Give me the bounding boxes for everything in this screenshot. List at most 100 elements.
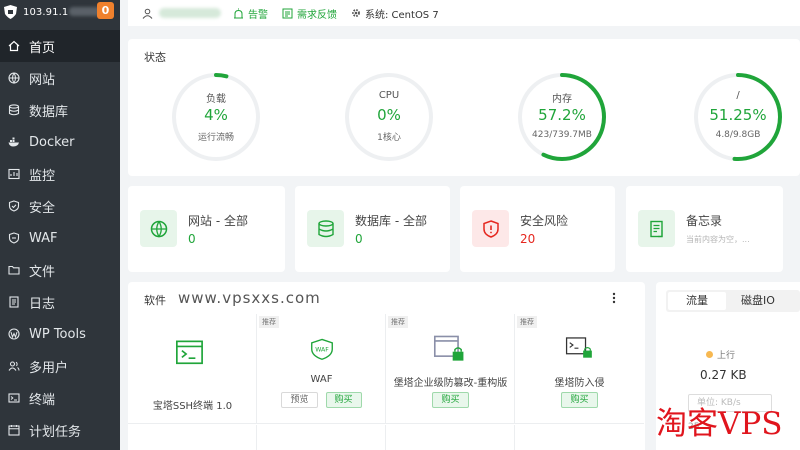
ssh-terminal-icon (176, 340, 203, 365)
gauge-disk[interactable]: / 51.25% 4.8/9.8GB (694, 73, 782, 161)
waf-shield-icon (8, 232, 20, 244)
overview-card-database[interactable]: 数据库 - 全部 0 (295, 186, 450, 272)
sidebar-item-label: 计划任务 (29, 424, 82, 440)
sidebar-item-wp-tools[interactable]: WP Tools (0, 318, 120, 350)
gauge-value: 4% (204, 106, 228, 124)
overview-icon-box (140, 210, 177, 247)
gauge-value: 51.25% (709, 106, 767, 124)
docker-icon (8, 137, 19, 147)
overview-icon-box (307, 210, 344, 247)
gauge-subtext: 423/739.7MB (532, 130, 592, 140)
recommend-tag: 推荐 (259, 316, 279, 328)
sidebar-item-database[interactable]: 数据库 (0, 94, 120, 126)
more-vertical-icon[interactable] (610, 292, 618, 304)
gauge-memory[interactable]: 内存 57.2% 423/739.7MB (518, 73, 606, 161)
recommend-tag: 推荐 (388, 316, 408, 328)
gauge-cpu[interactable]: CPU 0% 1核心 (345, 73, 433, 161)
user-icon (142, 8, 153, 19)
sidebar-item-files[interactable]: 文件 (0, 254, 120, 286)
grid-cell-empty (257, 425, 386, 450)
overview-label: 网站 - 全部 (188, 214, 248, 228)
gauge-label: CPU (378, 90, 400, 101)
buy-button[interactable]: 购买 (432, 392, 469, 408)
sidebar-item-label: 网站 (29, 72, 56, 88)
sidebar-item-cron[interactable]: 计划任务 (0, 414, 120, 446)
gear-icon (352, 9, 360, 17)
software-item-anti-intrusion[interactable]: 推荐 堡塔防入侵 购买 (515, 314, 644, 424)
preview-button[interactable]: 预览 (281, 392, 318, 408)
overview-value[interactable]: 0 (188, 232, 196, 246)
feedback-icon (282, 8, 293, 18)
svg-text:WAF: WAF (315, 347, 329, 354)
sidebar-item-logs[interactable]: 日志 (0, 286, 120, 318)
taoke-vps-watermark: 淘客VPS (656, 406, 783, 442)
calendar-icon (8, 425, 20, 436)
folder-icon (8, 265, 20, 275)
software-item-ssh-terminal[interactable]: 宝塔SSH终端 1.0 (128, 314, 257, 424)
gauge-subtext: 1核心 (377, 133, 401, 143)
sidebar-item-website[interactable]: 网站 (0, 62, 120, 94)
anti-intrusion-terminal-icon (565, 337, 592, 358)
sidebar-item-label: 终端 (29, 392, 56, 408)
software-title: 软件 (144, 294, 166, 307)
software-actions: 预览 购买 (257, 392, 386, 408)
gauge-label: / (736, 90, 740, 101)
sidebar-item-waf[interactable]: WAF (0, 222, 120, 254)
bt-logo-icon (4, 5, 17, 19)
sidebar-item-security[interactable]: 安全 (0, 190, 120, 222)
wordpress-icon (8, 328, 20, 340)
upload-value: 0.27 KB (700, 368, 747, 382)
software-item-waf[interactable]: 推荐 WAF WAF 预览 购买 (257, 314, 386, 424)
overview-value[interactable]: 20 (520, 232, 535, 246)
overview-value[interactable]: 0 (355, 232, 363, 246)
notification-badge[interactable]: 0 (97, 2, 114, 19)
sidebar-item-terminal[interactable]: 终端 (0, 382, 120, 414)
software-item-tamper-proof[interactable]: 推荐 堡塔企业级防篡改-重构版 购买 (386, 314, 515, 424)
overview-label: 备忘录 (686, 214, 723, 228)
sidebar-item-label: 日志 (29, 296, 56, 312)
shield-icon (8, 200, 20, 212)
alarm-link[interactable]: 告警 (233, 6, 268, 21)
home-icon (8, 40, 20, 52)
sidebar-item-label: 首页 (29, 40, 56, 56)
alarm-icon (234, 8, 243, 18)
log-icon (9, 296, 19, 308)
overview-label: 安全风险 (520, 214, 569, 228)
sidebar-item-monitor[interactable]: 监控 (0, 158, 120, 190)
gauge-load[interactable]: 负载 4% 运行流畅 (172, 73, 260, 161)
overview-card-security-risk[interactable]: 安全风险 20 (460, 186, 615, 272)
sidebar-item-label: 多用户 (29, 360, 69, 376)
tamper-proof-window-icon (433, 335, 464, 361)
overview-icon-box (638, 210, 675, 247)
software-grid: 宝塔SSH终端 1.0 推荐 WAF WAF 预览 购买 推荐 堡塔企业级防篡改… (128, 314, 645, 450)
upload-dot-icon (706, 351, 713, 358)
username-redacted (159, 8, 221, 18)
grid-cell-empty (128, 425, 257, 450)
upload-legend: 上行 (706, 348, 735, 361)
sidebar-item-label: WAF (29, 230, 58, 246)
software-name: 宝塔SSH终端 1.0 (152, 401, 233, 412)
status-title: 状态 (144, 51, 166, 64)
gauge-label: 负载 (206, 94, 226, 105)
tab-traffic[interactable]: 流量 (668, 292, 726, 310)
waf-shield-icon: WAF (311, 338, 333, 360)
globe-icon (150, 220, 167, 238)
gauge-subtext: 运行流畅 (197, 133, 234, 143)
warning-shield-icon (482, 219, 499, 238)
status-card: 状态 负载 4% 运行流畅 CPU 0% 1核心 内存 57.2% 423/73… (128, 39, 800, 176)
overview-card-website[interactable]: 网站 - 全部 0 (128, 186, 285, 272)
system-info: 系统: CentOS 7 (351, 6, 439, 21)
sidebar-item-multi-user[interactable]: 多用户 (0, 350, 120, 382)
tab-disk-io[interactable]: 磁盘IO (728, 290, 788, 312)
sidebar-item-label: 安全 (29, 200, 56, 216)
buy-button[interactable]: 购买 (561, 392, 598, 408)
software-actions: 购买 (515, 392, 644, 408)
overview-card-memo[interactable]: 备忘录 当前内容为空，... (626, 186, 783, 272)
buy-button[interactable]: 购买 (325, 392, 362, 408)
feedback-link[interactable]: 需求反馈 (282, 6, 337, 21)
top-bar: 告警 需求反馈 系统: CentOS 7 (128, 0, 800, 26)
users-icon (8, 361, 20, 371)
sidebar-item-home[interactable]: 首页 (0, 30, 120, 62)
sidebar-item-docker[interactable]: Docker (0, 126, 120, 158)
grid-cell-empty (386, 425, 515, 450)
